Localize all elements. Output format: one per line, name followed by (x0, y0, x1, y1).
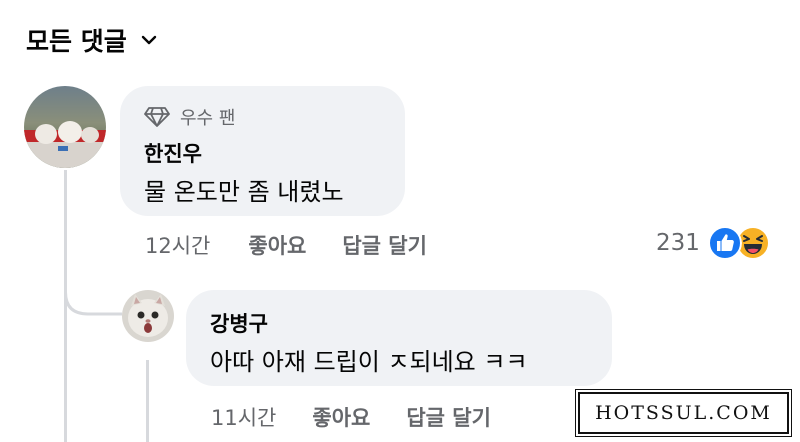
comment-timestamp[interactable]: 11시간 (211, 402, 276, 432)
comment-author[interactable]: 한진우 (144, 138, 202, 168)
avatar-photo (122, 290, 174, 342)
reply-button[interactable]: 답글 달기 (406, 402, 491, 432)
like-button[interactable]: 좋아요 (312, 402, 370, 432)
top-fan-badge: 우수 팬 (144, 104, 235, 130)
like-reaction-icon (707, 226, 742, 260)
comment-text: 아따 아재 드립이 ㅈ되네요 ㅋㅋ (210, 348, 528, 376)
reply-button[interactable]: 답글 달기 (342, 230, 427, 260)
like-button[interactable]: 좋아요 (248, 230, 306, 260)
comment-meta: 11시간 좋아요 답글 달기 (211, 402, 491, 432)
comment-timestamp[interactable]: 12시간 (145, 230, 210, 260)
site-watermark: HOTSSUL.COM (575, 389, 792, 437)
reply-connector (64, 270, 122, 316)
reply-thread-line (146, 360, 149, 442)
badge-label: 우수 팬 (180, 108, 236, 129)
comment-meta: 12시간 좋아요 답글 달기 (145, 230, 427, 260)
avatar[interactable] (24, 86, 106, 168)
comments-filter-header[interactable]: 모든 댓글 (26, 20, 159, 60)
diamond-icon (144, 107, 170, 127)
comment-bubble[interactable]: 우수 팬 한진우 물 온도만 좀 내렸노 (120, 86, 405, 216)
reply-bubble[interactable]: 강병구 아따 아재 드립이 ㅈ되네요 ㅋㅋ (186, 290, 612, 386)
comments-filter-label: 모든 댓글 (26, 27, 127, 56)
avatar[interactable] (122, 290, 174, 342)
reaction-count: 231 (656, 230, 700, 256)
comment-text: 물 온도만 좀 내렸노 (144, 178, 344, 206)
chevron-down-icon (141, 35, 156, 45)
avatar-photo (24, 86, 106, 168)
comment-author[interactable]: 강병구 (210, 308, 268, 338)
watermark-text: HOTSSUL.COM (595, 402, 772, 424)
reaction-summary[interactable]: 231 (656, 226, 770, 260)
